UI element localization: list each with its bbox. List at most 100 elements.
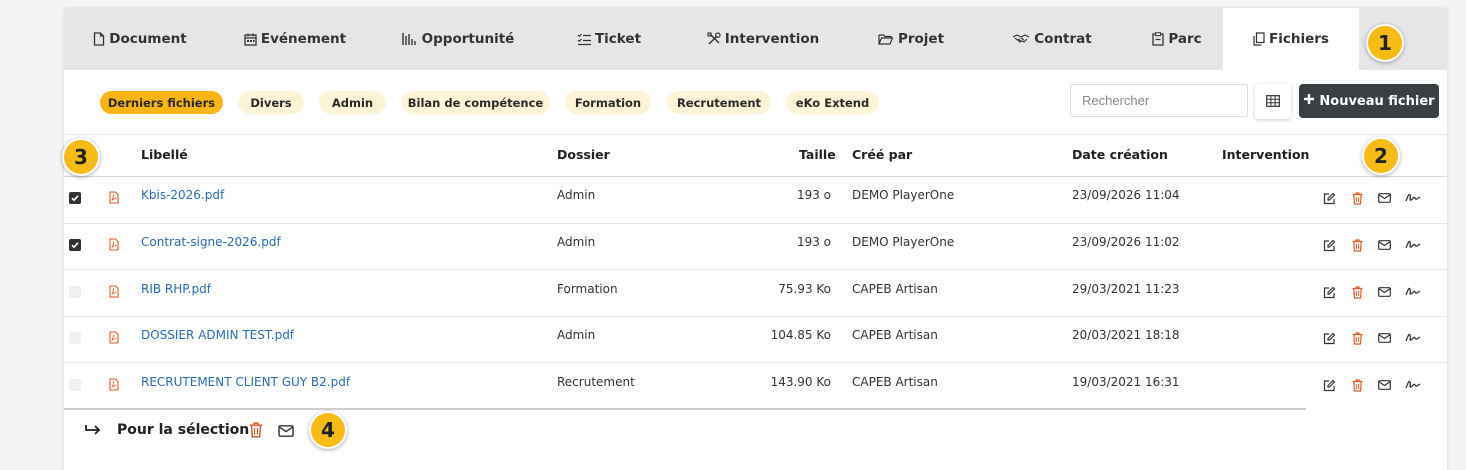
- column-header-label[interactable]: Libellé: [141, 147, 188, 162]
- file-folder: Admin: [557, 188, 596, 202]
- tab-projet[interactable]: Projet: [850, 8, 972, 70]
- table-row[interactable]: Contrat-signe-2026.pdf Admin 193 o DEMO …: [64, 223, 1447, 270]
- filter-formation[interactable]: Formation: [565, 91, 651, 114]
- grid-icon: [1266, 92, 1280, 111]
- file-name-link[interactable]: Contrat-signe-2026.pdf: [141, 235, 281, 249]
- tab-contrat[interactable]: Contrat: [972, 8, 1132, 70]
- edit-icon[interactable]: [1323, 379, 1336, 392]
- file-date: 20/03/2021 18:18: [1072, 328, 1180, 342]
- mail-icon[interactable]: [1378, 380, 1391, 390]
- row-checkbox-checked[interactable]: [69, 239, 81, 251]
- mail-icon[interactable]: [1378, 193, 1391, 203]
- table-row[interactable]: DOSSIER ADMIN TEST.pdf Admin 104.85 Ko C…: [64, 316, 1447, 363]
- file-icon: [93, 32, 105, 46]
- calendar-icon: [244, 33, 257, 46]
- signature-icon[interactable]: [1405, 192, 1421, 203]
- column-header-size[interactable]: Taille: [799, 147, 836, 162]
- column-header-created-by[interactable]: Créé par: [852, 147, 912, 162]
- signature-icon[interactable]: [1405, 286, 1421, 297]
- bar-chart-icon: [401, 32, 418, 46]
- files-icon: [1253, 32, 1265, 46]
- mail-icon[interactable]: [1378, 287, 1391, 297]
- file-folder: Recrutement: [557, 375, 635, 389]
- edit-icon[interactable]: [1323, 332, 1336, 345]
- pdf-file-icon: [109, 376, 119, 395]
- edit-icon[interactable]: [1323, 286, 1336, 299]
- file-name-link[interactable]: Kbis-2026.pdf: [141, 188, 224, 202]
- tab-document[interactable]: Document: [64, 8, 216, 70]
- column-header-intervention[interactable]: Intervention: [1222, 147, 1309, 162]
- tab-label: Projet: [897, 31, 945, 47]
- trash-icon[interactable]: [1352, 332, 1363, 345]
- file-date: 19/03/2021 16:31: [1072, 375, 1180, 389]
- trash-icon[interactable]: [1352, 379, 1363, 392]
- signature-icon[interactable]: [1405, 379, 1421, 390]
- divider: [64, 408, 1306, 410]
- bulk-mail-icon[interactable]: [278, 425, 294, 437]
- files-panel: Document Evénement Opportunité Ticket In…: [62, 8, 1447, 470]
- row-checkbox[interactable]: [69, 379, 81, 391]
- table-row[interactable]: RECRUTEMENT CLIENT GUY B2.pdf Recrutemen…: [64, 363, 1447, 410]
- trash-icon[interactable]: [1352, 239, 1363, 252]
- tab-parc[interactable]: Parc: [1132, 8, 1222, 70]
- search-input[interactable]: [1070, 84, 1248, 117]
- column-header-date[interactable]: Date création: [1072, 147, 1168, 162]
- new-file-button[interactable]: Nouveau fichier: [1299, 84, 1439, 118]
- row-checkbox[interactable]: [69, 332, 81, 344]
- arrow-turn-icon: [84, 422, 102, 441]
- file-date: 23/09/2026 11:02: [1072, 235, 1180, 249]
- row-checkbox-checked[interactable]: [69, 192, 81, 204]
- file-date: 23/09/2026 11:04: [1072, 188, 1180, 202]
- table-row[interactable]: RIB RHP.pdf Formation 75.93 Ko CAPEB Art…: [64, 270, 1447, 317]
- pdf-file-icon: [109, 283, 119, 302]
- file-name-link[interactable]: DOSSIER ADMIN TEST.pdf: [141, 328, 294, 342]
- folder-open-icon: [878, 33, 894, 45]
- callout-badge: 4: [309, 411, 347, 449]
- selection-actions-label: Pour la sélection: [117, 422, 250, 438]
- tab-label: Fichiers: [1269, 31, 1329, 47]
- edit-icon[interactable]: [1323, 192, 1336, 205]
- callout-badge: 1: [1366, 24, 1404, 62]
- file-name-link[interactable]: RECRUTEMENT CLIENT GUY B2.pdf: [141, 375, 350, 389]
- tab-fichiers[interactable]: Fichiers: [1223, 8, 1359, 70]
- signature-icon[interactable]: [1405, 332, 1421, 343]
- filter-eko-extend[interactable]: eKo Extend: [786, 91, 879, 114]
- handshake-icon: [1012, 33, 1030, 45]
- tab-label: Document: [109, 31, 187, 47]
- file-size: 75.93 Ko: [778, 282, 831, 296]
- filter-bilan-de-competence[interactable]: Bilan de compétence: [401, 91, 550, 114]
- tools-icon: [707, 32, 721, 46]
- file-name-link[interactable]: RIB RHP.pdf: [141, 282, 211, 296]
- file-created-by: CAPEB Artisan: [852, 328, 938, 342]
- column-header-folder[interactable]: Dossier: [557, 147, 610, 162]
- filter-recrutement[interactable]: Recrutement: [667, 91, 771, 114]
- edit-icon[interactable]: [1323, 239, 1336, 252]
- mail-icon[interactable]: [1378, 240, 1391, 250]
- tab-opportunite[interactable]: Opportunité: [374, 8, 542, 70]
- tab-intervention[interactable]: Intervention: [676, 8, 850, 70]
- file-date: 29/03/2021 11:23: [1072, 282, 1180, 296]
- row-checkbox[interactable]: [69, 286, 81, 298]
- table-row[interactable]: Kbis-2026.pdf Admin 193 o DEMO PlayerOne…: [64, 176, 1447, 223]
- bulk-trash-icon[interactable]: [249, 422, 263, 438]
- mail-icon[interactable]: [1378, 333, 1391, 343]
- grid-view-button[interactable]: [1255, 84, 1291, 119]
- tab-evenement[interactable]: Evénement: [216, 8, 374, 70]
- new-file-label: Nouveau fichier: [1319, 93, 1435, 109]
- tab-ticket[interactable]: Ticket: [542, 8, 676, 70]
- tab-label: Opportunité: [421, 31, 515, 47]
- checklist-icon: [577, 33, 591, 46]
- tab-label: Ticket: [594, 31, 642, 47]
- pdf-file-icon: [109, 189, 119, 208]
- clipboard-icon: [1152, 32, 1164, 46]
- signature-icon[interactable]: [1405, 239, 1421, 250]
- trash-icon[interactable]: [1352, 286, 1363, 299]
- filter-admin[interactable]: Admin: [319, 91, 386, 114]
- tab-label: Intervention: [724, 31, 820, 47]
- pdf-file-icon: [109, 236, 119, 255]
- trash-icon[interactable]: [1352, 192, 1363, 205]
- file-folder: Formation: [557, 282, 618, 296]
- pdf-file-icon: [109, 329, 119, 348]
- filter-derniers-fichiers[interactable]: Derniers fichiers: [100, 91, 223, 114]
- filter-divers[interactable]: Divers: [238, 91, 304, 114]
